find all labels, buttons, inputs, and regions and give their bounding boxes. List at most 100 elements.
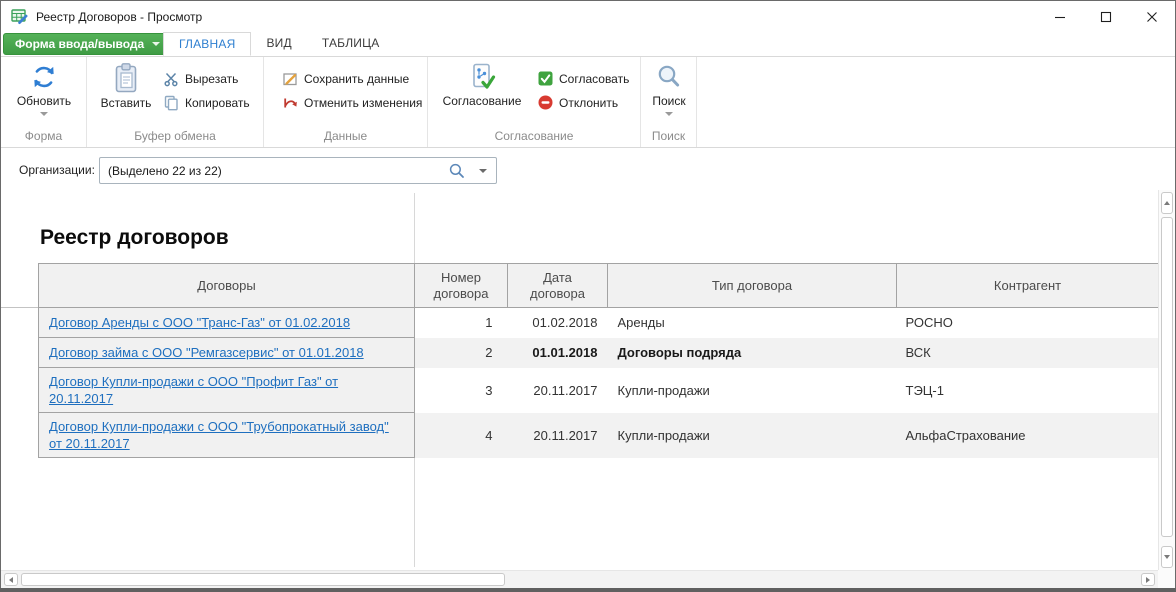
horizontal-scrollbar[interactable] [1,570,1158,588]
ribbon-group-clipboard: Вставить Вырезать Копировать [87,57,264,147]
minimize-button[interactable] [1037,1,1083,32]
save-icon [282,71,298,87]
combo-search-icon[interactable] [448,162,466,185]
counterparty-cell: АльфаСтрахование [897,413,1159,458]
reject-button[interactable]: Отклонить [538,94,629,111]
table-row: Договор займа с ООО "Ремгазсервис" от 01… [39,338,1159,368]
scroll-right-button[interactable] [1141,573,1155,586]
search-label: Поиск [652,94,685,108]
reject-label: Отклонить [559,96,618,110]
column-header-date: Дата договора [508,264,608,308]
contract-link[interactable]: Договор Купли-продажи с ООО "Профит Газ"… [49,374,338,406]
report-document: Реестр договоров Договоры Номер договора… [1,190,1158,570]
date-cell: 20.11.2017 [508,368,608,413]
search-icon [654,62,684,92]
application-window: Реестр Договоров - Просмотр Форма ввода/… [0,0,1176,592]
scrollbar-corner [1158,570,1175,588]
contract-link[interactable]: Договор Купли-продажи с ООО "Трубопрокат… [49,419,389,451]
chevron-down-icon [152,42,160,46]
table-header-row: Договоры Номер договора Дата договора Ти… [39,264,1159,308]
counterparty-cell: ВСК [897,338,1159,368]
undo-changes-button[interactable]: Отменить изменения [282,94,422,111]
triangle-right-icon [1146,577,1150,583]
paste-icon [110,62,142,94]
ribbon-group-data: Сохранить данные Отменить изменения Данн… [264,57,428,147]
contract-link-cell: Договор Купли-продажи с ООО "Трубопрокат… [39,413,415,458]
table-row: Договор Купли-продажи с ООО "Трубопрокат… [39,413,1159,458]
tab-tablitsa[interactable]: ТАБЛИЦА [307,32,395,55]
date-cell: 20.11.2017 [508,413,608,458]
titlebar: Реестр Договоров - Просмотр [1,1,1175,32]
type-cell: Купли-продажи [608,368,897,413]
maximize-icon [1100,11,1112,23]
contract-link[interactable]: Договор Аренды с ООО "Транс-Газ" от 01.0… [49,315,350,330]
group-label-approval: Согласование [428,129,640,143]
scroll-down-button[interactable] [1161,546,1173,568]
undo-icon [282,95,298,111]
column-header-type: Тип договора [608,264,897,308]
type-cell: Купли-продажи [608,413,897,458]
group-label-form: Форма [1,129,86,143]
contract-link-cell: Договор Аренды с ООО "Транс-Газ" от 01.0… [39,308,415,338]
triangle-down-icon [1164,555,1170,559]
search-button[interactable]: Поиск [645,62,693,116]
approval-flow-icon [467,62,497,92]
ribbon-group-search: Поиск Поиск [641,57,697,147]
vertical-scrollbar[interactable] [1158,190,1175,570]
cut-button[interactable]: Вырезать [163,70,250,87]
group-label-search: Поиск [641,129,696,143]
contract-link-cell: Договор Купли-продажи с ООО "Профит Газ"… [39,368,415,413]
window-title: Реестр Договоров - Просмотр [36,10,202,24]
column-header-contracts: Договоры [39,264,415,308]
refresh-icon [29,62,59,92]
form-io-menu-label: Форма ввода/вывода [15,37,144,51]
cut-icon [163,71,179,87]
vertical-scroll-thumb[interactable] [1161,217,1173,537]
copy-icon [163,95,179,111]
organizations-combobox[interactable]: (Выделено 22 из 22) [99,157,497,184]
tab-vid[interactable]: ВИД [251,32,306,55]
copy-label: Копировать [185,96,250,110]
form-io-menu-button[interactable]: Форма ввода/вывода [3,33,172,55]
triangle-left-icon [9,577,13,583]
date-cell: 01.02.2018 [508,308,608,338]
copy-button[interactable]: Копировать [163,94,250,111]
filter-panel: Организации: (Выделено 22 из 22) [1,149,1175,190]
tab-glavnaya[interactable]: ГЛАВНАЯ [163,32,251,56]
refresh-label: Обновить [17,94,71,108]
chevron-down-icon[interactable] [479,169,487,173]
report-table: Договоры Номер договора Дата договора Ти… [38,263,1159,458]
close-button[interactable] [1129,1,1175,32]
column-header-number: Номер договора [415,264,508,308]
approval-button[interactable]: Согласование [432,62,532,108]
group-label-data: Данные [264,129,427,143]
group-label-clipboard: Буфер обмена [87,129,263,143]
approve-button[interactable]: Согласовать [538,70,629,87]
number-cell: 3 [415,368,508,413]
column-header-counterparty: Контрагент [897,264,1159,308]
contract-link[interactable]: Договор займа с ООО "Ремгазсервис" от 01… [49,345,364,360]
date-cell: 01.01.2018 [508,338,608,368]
type-cell: Договоры подряда [608,338,897,368]
paste-button[interactable]: Вставить [95,62,157,110]
approve-icon [538,71,553,86]
approval-label: Согласование [443,94,522,108]
undo-changes-label: Отменить изменения [304,96,422,110]
maximize-button[interactable] [1083,1,1129,32]
counterparty-cell: РОСНО [897,308,1159,338]
report-table-body: Договор Аренды с ООО "Транс-Газ" от 01.0… [39,308,1159,458]
horizontal-scroll-thumb[interactable] [21,573,505,586]
number-cell: 2 [415,338,508,368]
chevron-down-icon [40,112,48,116]
organizations-value: (Выделено 22 из 22) [108,164,222,178]
paste-label: Вставить [101,96,152,110]
scroll-up-button[interactable] [1161,192,1173,214]
refresh-button[interactable]: Обновить [11,62,77,116]
number-cell: 4 [415,413,508,458]
scroll-left-button[interactable] [4,573,18,586]
ribbon-tab-row: Форма ввода/вывода ГЛАВНАЯ ВИД ТАБЛИЦА [1,32,1175,57]
save-data-button[interactable]: Сохранить данные [282,70,422,87]
ribbon-tabs: ГЛАВНАЯ ВИД ТАБЛИЦА [163,32,394,56]
contract-link-cell: Договор займа с ООО "Ремгазсервис" от 01… [39,338,415,368]
approve-label: Согласовать [559,72,629,86]
